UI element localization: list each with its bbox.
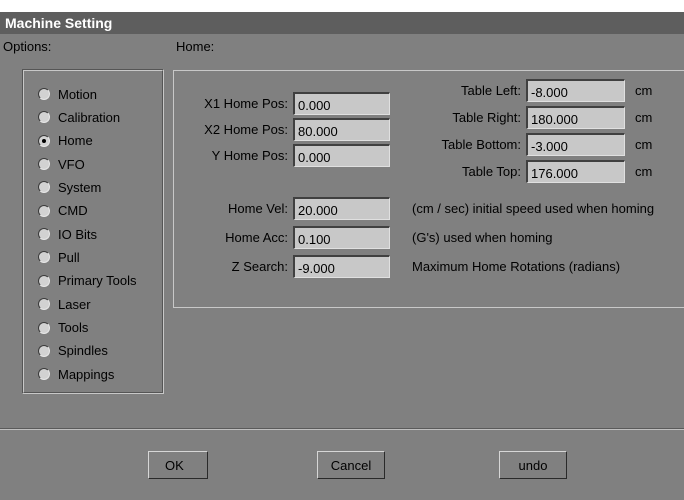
- option-system[interactable]: System: [38, 178, 101, 196]
- radio-button-icon[interactable]: [38, 251, 50, 264]
- home-acc-label: Home Acc:: [225, 230, 288, 245]
- undo-button[interactable]: undo: [499, 451, 567, 479]
- option-label: Mappings: [58, 366, 115, 382]
- option-vfo[interactable]: VFO: [38, 155, 85, 173]
- option-cmd[interactable]: CMD: [38, 202, 88, 220]
- option-label: Primary Tools: [58, 273, 137, 289]
- radio-button-icon[interactable]: [38, 134, 50, 147]
- machine-setting-window: Machine Setting Options: Home: Motion Cal…: [0, 12, 684, 500]
- option-primary-tools[interactable]: Primary Tools: [38, 272, 137, 290]
- option-tools[interactable]: Tools: [38, 319, 88, 337]
- radio-button-icon[interactable]: [38, 88, 50, 100]
- option-label: Tools: [58, 320, 89, 335]
- table-right-unit: cm: [635, 110, 653, 125]
- z-search-label: Z Search:: [231, 259, 288, 274]
- radio-button-icon[interactable]: [38, 228, 50, 241]
- home-acc-note: (G's) used when homing: [412, 230, 553, 245]
- radio-button-icon[interactable]: [38, 111, 50, 124]
- home-heading: Home:: [176, 39, 215, 54]
- window-title: Machine Setting: [0, 12, 684, 34]
- table-left-input[interactable]: [526, 79, 625, 102]
- ok-button[interactable]: OK: [148, 451, 208, 479]
- option-label: VFO: [58, 156, 85, 172]
- option-label: Calibration: [58, 109, 121, 125]
- x2-home-pos-label: X2 Home Pos:: [204, 122, 288, 137]
- table-top-label: Table Top:: [461, 164, 521, 179]
- x1-home-pos-input[interactable]: [293, 92, 390, 115]
- option-label: IO Bits: [58, 226, 98, 242]
- button-bar-separator: [0, 428, 684, 430]
- table-top-unit: cm: [635, 164, 653, 179]
- z-search-note: Maximum Home Rotations (radians): [412, 259, 621, 274]
- radio-button-icon[interactable]: [38, 344, 50, 357]
- radio-button-icon[interactable]: [38, 321, 50, 334]
- home-vel-label: Home Vel:: [228, 201, 288, 216]
- option-label: Home: [58, 133, 93, 149]
- option-calibration[interactable]: Calibration: [38, 108, 120, 126]
- table-left-unit: cm: [635, 83, 653, 98]
- option-spindles[interactable]: Spindles: [38, 342, 108, 360]
- radio-button-icon[interactable]: [38, 204, 50, 217]
- option-label: CMD: [58, 203, 88, 219]
- z-search-input[interactable]: [293, 255, 390, 278]
- option-label: Laser: [58, 296, 91, 312]
- table-bottom-input[interactable]: [526, 133, 625, 156]
- option-motion[interactable]: Motion: [38, 85, 97, 103]
- radio-button-icon[interactable]: [38, 274, 50, 287]
- table-right-input[interactable]: [526, 106, 625, 129]
- home-vel-input[interactable]: [293, 197, 390, 220]
- option-label: System: [58, 179, 102, 195]
- option-label: Motion: [58, 86, 98, 102]
- option-mappings[interactable]: Mappings: [38, 365, 114, 383]
- options-radio-group: Motion Calibration Home VFO System CMD IO Bits…: [22, 69, 164, 394]
- home-vel-note: (cm / sec) initial speed used when homin…: [412, 201, 655, 216]
- option-io-bits[interactable]: IO Bits: [38, 225, 97, 243]
- radio-button-icon[interactable]: [38, 298, 50, 311]
- option-label: Spindles: [58, 343, 108, 359]
- option-label: Pull: [58, 249, 80, 265]
- table-right-label: Table Right:: [452, 110, 521, 125]
- table-left-label: Table Left:: [461, 83, 521, 98]
- table-bottom-label: Table Bottom:: [441, 137, 522, 152]
- x1-home-pos-label: X1 Home Pos:: [204, 96, 288, 111]
- option-laser[interactable]: Laser: [38, 295, 91, 313]
- radio-button-icon[interactable]: [38, 181, 50, 194]
- options-heading: Options:: [3, 39, 52, 54]
- table-top-input[interactable]: [526, 160, 625, 183]
- option-home[interactable]: Home: [38, 132, 93, 150]
- table-bottom-unit: cm: [635, 137, 653, 152]
- y-home-pos-label: Y Home Pos:: [211, 148, 288, 163]
- radio-button-icon[interactable]: [38, 368, 50, 381]
- radio-button-icon[interactable]: [38, 158, 50, 171]
- y-home-pos-input[interactable]: [293, 144, 390, 167]
- cancel-button[interactable]: Cancel: [317, 451, 385, 479]
- x2-home-pos-input[interactable]: [293, 118, 390, 141]
- option-pull[interactable]: Pull: [38, 248, 80, 266]
- home-acc-input[interactable]: [293, 226, 390, 249]
